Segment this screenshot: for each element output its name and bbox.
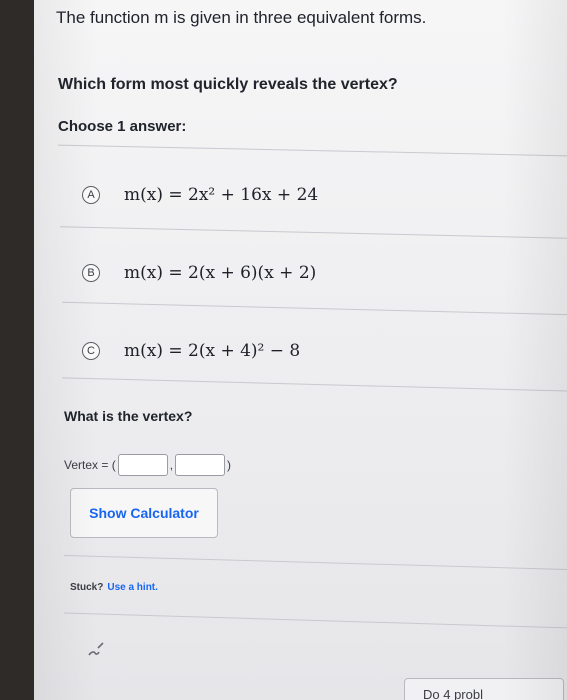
question-prompt: Which form most quickly reveals the vert… bbox=[58, 76, 398, 93]
divider bbox=[62, 301, 567, 316]
choice-a[interactable]: A m(x) = 2x² + 16x + 24 bbox=[82, 178, 502, 212]
choice-a-letter: A bbox=[82, 186, 100, 204]
divider bbox=[58, 144, 567, 157]
choice-b[interactable]: B m(x) = 2(x + 6)(x + 2) bbox=[82, 256, 502, 290]
divider bbox=[64, 612, 567, 629]
choice-a-formula: m(x) = 2x² + 16x + 24 bbox=[124, 185, 319, 205]
divider bbox=[60, 226, 567, 239]
choice-c-formula: m(x) = 2(x + 4)² − 8 bbox=[124, 341, 301, 361]
choice-c-letter: C bbox=[82, 342, 100, 360]
question-title: The function m is given in three equival… bbox=[56, 8, 427, 27]
show-calculator-button[interactable]: Show Calculator bbox=[70, 488, 218, 538]
vertex-close: ) bbox=[227, 458, 232, 472]
divider bbox=[64, 554, 567, 571]
exercise-panel: The function m is given in three equival… bbox=[34, 0, 567, 700]
vertex-input-row: Vertex = ( , ) bbox=[64, 454, 231, 476]
choice-c[interactable]: C m(x) = 2(x + 4)² − 8 bbox=[82, 334, 502, 368]
next-button[interactable]: Do 4 probl bbox=[404, 678, 564, 700]
vertex-x-input[interactable] bbox=[117, 454, 168, 476]
hint-row: Stuck? Use a hint. bbox=[70, 582, 158, 593]
choose-instruction: Choose 1 answer: bbox=[58, 118, 187, 135]
vertex-question: What is the vertex? bbox=[64, 408, 193, 424]
vertex-separator: , bbox=[169, 458, 174, 472]
pen-icon[interactable] bbox=[86, 640, 106, 665]
use-hint-link[interactable]: Use a hint. bbox=[107, 582, 158, 593]
choice-b-formula: m(x) = 2(x + 6)(x + 2) bbox=[124, 263, 317, 283]
vertex-y-input[interactable] bbox=[175, 454, 226, 476]
divider bbox=[62, 377, 567, 392]
choice-b-letter: B bbox=[82, 264, 100, 282]
vertex-label: Vertex = ( bbox=[64, 458, 116, 472]
stuck-label: Stuck? bbox=[70, 582, 104, 593]
